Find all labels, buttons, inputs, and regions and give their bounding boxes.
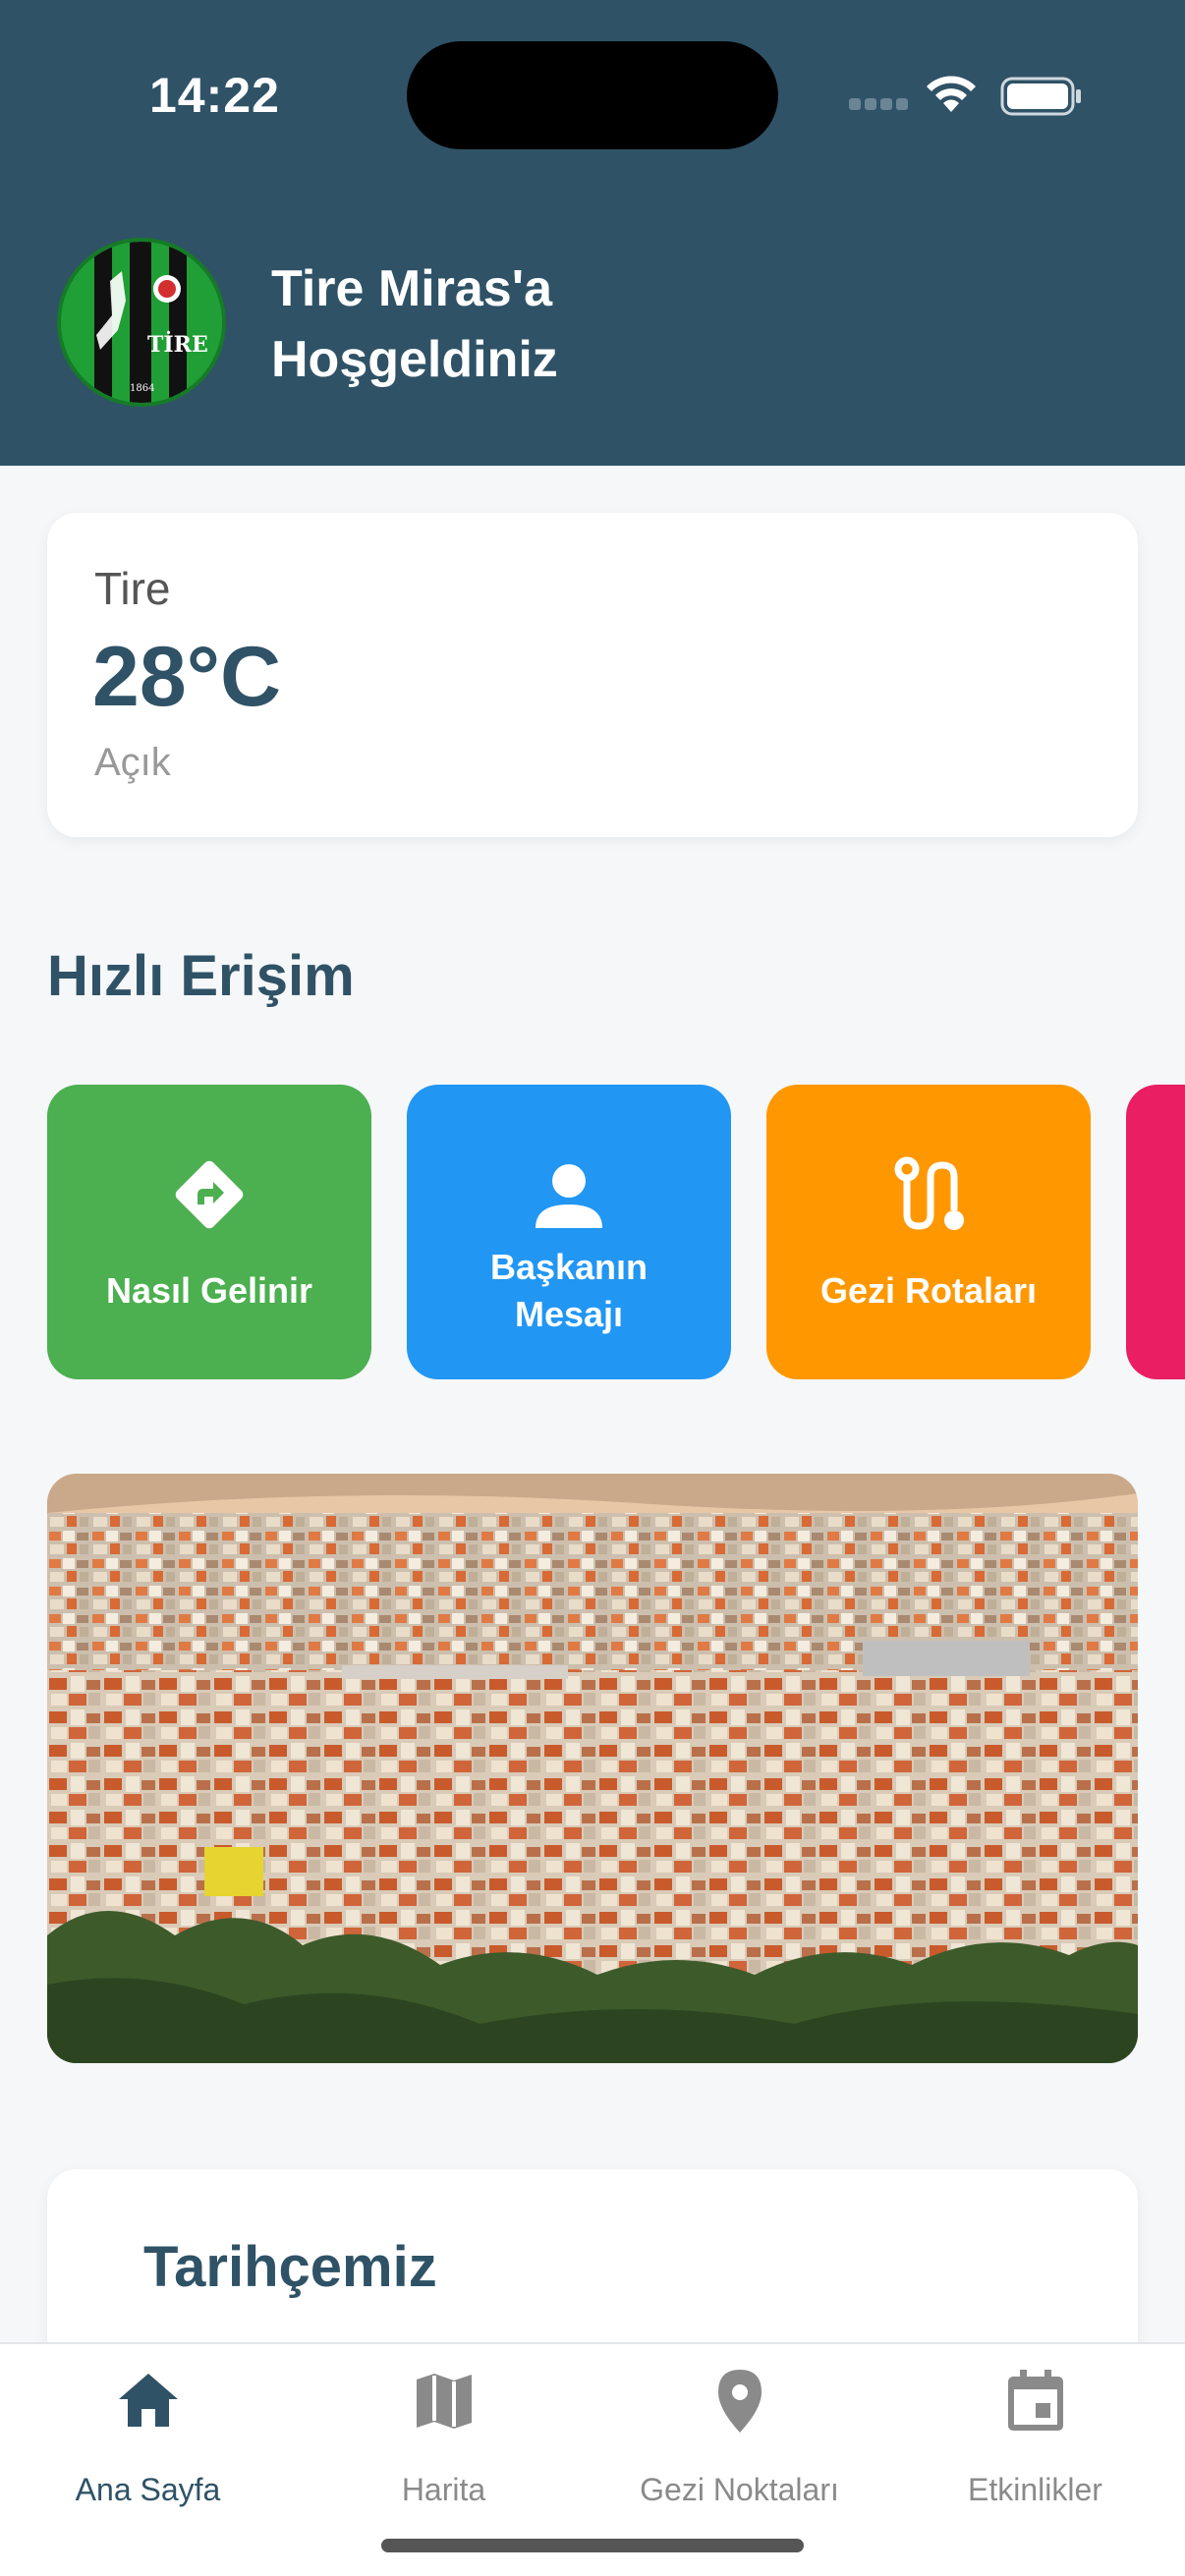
svg-text:1864: 1864 [130,383,154,394]
home-icon [118,2374,178,2427]
route-icon [894,1156,964,1230]
tile-label-line-2: Mesajı [514,1294,624,1334]
directions-icon [175,1160,244,1229]
nav-tab-tour-points[interactable]: Gezi Noktaları [592,2344,887,2521]
mayor-message-tile[interactable]: Başkanın Mesajı [407,1085,731,1379]
status-time: 14:22 [149,68,280,123]
tile-label: Başkanın Mesajı [407,1244,731,1338]
person-icon [536,1164,602,1228]
city-panorama-image [47,1474,1138,2063]
quick-access-title: Hızlı Erişim [47,944,355,1008]
welcome-title: Tire Miras'a Hoşgeldiniz [271,253,782,395]
weather-city: Tire [94,563,171,614]
weather-card[interactable]: Tire 28°C Açık [47,513,1138,837]
svg-text:TİRE: TİRE [147,330,208,358]
nav-tab-events[interactable]: Etkinlikler [887,2344,1183,2521]
history-title: Tarihçemiz [143,2235,437,2299]
dynamic-island [407,41,778,149]
tour-routes-tile[interactable]: Gezi Rotaları [766,1085,1091,1379]
welcome-line-2: Hoşgeldiniz [271,331,558,388]
wifi-icon [927,76,976,112]
tile-label: Nasıl Gelinir [105,1270,313,1311]
nav-label: Gezi Noktaları [640,2472,839,2507]
how-to-get-there-tile[interactable]: Nasıl Gelinir [47,1085,371,1379]
nav-label: Ana Sayfa [75,2472,221,2507]
weather-condition: Açık [94,741,171,784]
map-icon [416,2374,472,2429]
cellular-signal-icon [849,98,908,114]
welcome-line-1: Tire Miras'a [271,260,552,317]
home-indicator[interactable] [381,2539,804,2552]
location-pin-icon [717,2370,762,2433]
tile-label: Gezi Rotaları [819,1270,1038,1311]
nav-label: Harita [401,2472,486,2507]
nav-label: Etkinlikler [968,2472,1102,2507]
nav-tab-home[interactable]: Ana Sayfa [0,2344,296,2521]
app-header: 14:22 TİRE 1864 Tire Miras'a Hoşgeldiniz [0,0,1185,466]
calendar-icon [1007,2370,1063,2431]
battery-icon [1000,77,1081,116]
partial-tile[interactable] [1126,1085,1185,1379]
tile-label-line-1: Başkanın [489,1247,649,1287]
tire-logo: TİRE 1864 [57,238,226,407]
nav-tab-map[interactable]: Harita [296,2344,592,2521]
weather-temperature: 28°C [92,630,282,724]
